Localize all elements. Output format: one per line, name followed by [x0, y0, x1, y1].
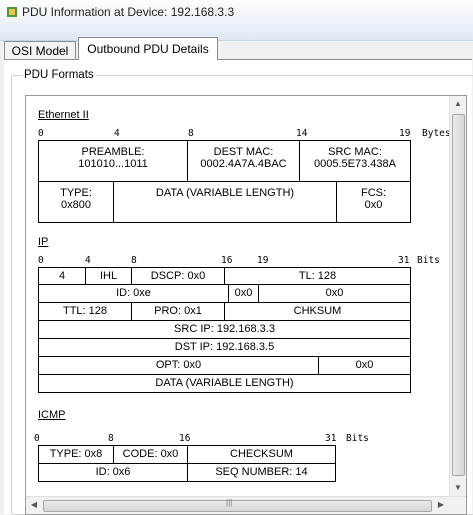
eth-data-label: DATA (VARIABLE LENGTH) — [155, 187, 295, 199]
icmp-seq-field: SEQ NUMBER: 14 — [187, 463, 336, 482]
eth-ruler-19: 19 — [399, 128, 411, 139]
ip-ruler-31: 31 — [398, 255, 410, 266]
ip-version-field: 4 — [38, 267, 86, 285]
scroll-left-icon[interactable]: ◀ — [26, 497, 42, 513]
fcs-label: FCS: — [360, 187, 387, 199]
icmp-ruler-unit: Bits — [346, 433, 369, 444]
ip-ruler-0: 0 — [38, 255, 44, 266]
ip-ruler-19: 19 — [257, 255, 269, 266]
ip-dst-field: DST IP: 192.168.3.5 — [38, 338, 411, 357]
icmp-title: ICMP — [38, 409, 66, 421]
ip-ihl-field: IHL — [85, 267, 132, 285]
ip-frag-offset-field: 0x0 — [258, 284, 411, 303]
fcs-field: FCS: 0x0 — [336, 181, 411, 223]
ip-title: IP — [38, 236, 49, 248]
icmp-id-field: ID: 0x6 — [38, 463, 188, 482]
eth-ruler-8: 8 — [188, 128, 194, 139]
dest-mac-label: DEST MAC: — [213, 146, 274, 158]
scroll-grip-icon: ||| — [226, 498, 233, 507]
pdu-scroll-area[interactable]: Ethernet II 0 4 8 14 19 Bytes PREAMBLE: … — [25, 95, 467, 515]
tab-osi-model[interactable]: OSI Model — [4, 41, 76, 60]
ip-ruler-unit: Bits — [417, 255, 440, 266]
icmp-code-field: CODE: 0x0 — [113, 445, 188, 464]
ip-id-field: ID: 0xe — [38, 284, 229, 303]
horizontal-scroll-thumb[interactable] — [43, 500, 432, 512]
icmp-type-field: TYPE: 0x8 — [38, 445, 114, 464]
src-mac-field: SRC MAC: 0005.5E73.438A — [299, 140, 411, 182]
ip-opt-field: OPT: 0x0 — [38, 356, 319, 375]
preamble-field: PREAMBLE: 101010...1011 — [38, 140, 188, 182]
eth-ruler-14: 14 — [296, 128, 308, 139]
src-mac-label: SRC MAC: — [328, 146, 382, 158]
dest-mac-field: DEST MAC: 0002.4A7A.4BAC — [187, 140, 300, 182]
eth-ruler-unit: Bytes — [422, 128, 451, 139]
eth-type-value: 0x800 — [61, 199, 91, 211]
fcs-value: 0x0 — [364, 199, 383, 211]
ip-padding-field: 0x0 — [318, 356, 411, 375]
scroll-right-icon[interactable]: ▶ — [433, 497, 449, 513]
icmp-ruler-0: 0 — [34, 433, 40, 444]
icmp-checksum-field: CHECKSUM — [187, 445, 336, 464]
src-mac-value: 0005.5E73.438A — [314, 158, 396, 170]
eth-type-label: TYPE: — [60, 187, 92, 199]
ip-ruler-4: 4 — [85, 255, 91, 266]
ip-flags-field: 0x0 — [228, 284, 259, 303]
vertical-scrollbar[interactable]: ▲ ▼ — [449, 96, 466, 496]
eth-data-field: DATA (VARIABLE LENGTH) — [113, 181, 337, 223]
ip-ttl-field: TTL: 128 — [38, 302, 132, 321]
preamble-label: PREAMBLE: — [81, 146, 145, 158]
ip-pro-field: PRO: 0x1 — [131, 302, 225, 321]
ip-ruler-16: 16 — [221, 255, 233, 266]
ip-dscp-field: DSCP: 0x0 — [131, 267, 225, 285]
preamble-value: 101010...1011 — [78, 158, 148, 170]
icmp-ruler-8: 8 — [108, 433, 114, 444]
scroll-down-icon[interactable]: ▼ — [450, 480, 466, 496]
scroll-up-icon[interactable]: ▲ — [450, 96, 466, 112]
eth-type-field: TYPE: 0x800 — [38, 181, 114, 223]
pdu-formats-label: PDU Formats — [22, 69, 96, 81]
icmp-ruler-31: 31 — [325, 433, 337, 444]
ip-ruler-8: 8 — [131, 255, 137, 266]
eth-ruler-4: 4 — [114, 128, 120, 139]
ip-data-field: DATA (VARIABLE LENGTH) — [38, 374, 411, 393]
horizontal-scrollbar[interactable]: ◀ ||| ▶ — [26, 496, 466, 514]
window-title: PDU Information at Device: 192.168.3.3 — [22, 5, 235, 19]
tab-outbound-pdu-details[interactable]: Outbound PDU Details — [78, 37, 218, 60]
dest-mac-value: 0002.4A7A.4BAC — [200, 158, 287, 170]
vertical-scroll-thumb[interactable] — [452, 114, 465, 476]
title-bar: PDU Information at Device: 192.168.3.3 — [0, 0, 473, 41]
ethernet-title: Ethernet II — [38, 109, 89, 121]
app-icon — [7, 7, 17, 17]
ip-src-field: SRC IP: 192.168.3.3 — [38, 320, 411, 339]
ip-chksum-field: CHKSUM — [224, 302, 411, 321]
eth-ruler-0: 0 — [38, 128, 44, 139]
icmp-ruler-16: 16 — [179, 433, 191, 444]
ip-tl-field: TL: 128 — [224, 267, 411, 285]
